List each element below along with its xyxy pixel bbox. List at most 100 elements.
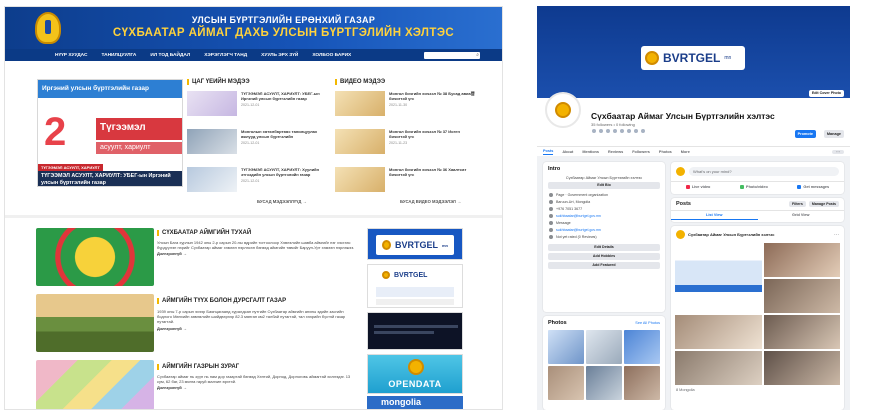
tab-about[interactable]: About	[562, 150, 573, 154]
post-image[interactable]	[675, 315, 763, 349]
get-messages-button[interactable]: Get messages	[797, 185, 829, 189]
video-date: 2021-11-30	[389, 103, 408, 107]
mail-icon	[549, 213, 553, 218]
intro-website[interactable]: sukhbaatar@burtgel.gov.mn	[543, 226, 665, 233]
section-body-about: Улсын Бага хурлын 1942 оны 2-р сарын 20-…	[157, 240, 357, 256]
photo-icon	[740, 185, 745, 189]
post-image[interactable]	[675, 243, 763, 313]
photo-video-button[interactable]: Photo/video	[740, 185, 768, 189]
messenger-icon	[549, 220, 553, 225]
news-item[interactable]: ТҮГЭЭМЭЛ АСУУЛТ, ХАРИУЛТ: УБЕГ-ын Иргэни…	[187, 91, 329, 116]
slide-caption[interactable]: ТҮГЭЭМЭЛ АСУУЛТ, ХАРИУЛТ: УБЕГ-ын Иргэни…	[38, 171, 182, 186]
post-image[interactable]	[764, 279, 840, 313]
post-author[interactable]: Сүхбаатар Аймаг Улсын Бүртгэлийн хэлтэс	[688, 232, 774, 237]
cover-photo[interactable]: BVRTGEL mn Edit Cover Photo	[537, 6, 850, 98]
post-author-avatar[interactable]	[676, 230, 685, 239]
post-image[interactable]	[675, 351, 763, 385]
tab-followers[interactable]: Followers	[632, 150, 650, 154]
news-date: 2021-12-01	[241, 141, 260, 145]
post-image[interactable]	[764, 351, 840, 385]
bvrtgel-logo-icon	[382, 271, 390, 279]
mongolia-ad[interactable]: mongolia	[367, 396, 463, 409]
list-view-tab[interactable]: List View	[671, 211, 758, 220]
tab-mentions[interactable]: Mentions	[582, 150, 599, 154]
intro-messenger[interactable]: Message	[543, 219, 665, 226]
tab-reviews[interactable]: Reviews	[608, 150, 623, 154]
more-options-button[interactable]: ···	[832, 149, 844, 154]
tab-more[interactable]: More	[681, 150, 690, 154]
post-image-collage[interactable]	[671, 243, 844, 385]
edit-cover-button[interactable]: Edit Cover Photo	[808, 90, 844, 97]
composer-input[interactable]: What's on your mind?	[689, 167, 839, 176]
post-menu-icon[interactable]: ···	[834, 232, 839, 238]
tab-photos[interactable]: Photos	[659, 150, 672, 154]
edit-bio-button[interactable]: Edit Bio	[548, 182, 660, 189]
facebook-page: BVRTGEL mn Edit Cover Photo Сүхбаатар Айм…	[537, 6, 850, 410]
intro-description: Сүхбаатар Аймаг Улсын Бүртгэлийн хэлтэс	[565, 176, 643, 180]
more-news-link[interactable]: БУСАД МЭДЭЭЛЛҮҮД →	[257, 199, 307, 204]
follower-avatars[interactable]	[591, 128, 646, 134]
screenshot-stage: УЛСЫН БҮРТГЭЛИЙН ЕРӨНХИЙ ГАЗАР СҮХБААТАР…	[0, 0, 869, 416]
see-all-photos-link[interactable]: See All Photos	[635, 321, 660, 325]
bvrtgel-ad-banner[interactable]: BVRTGEL mn	[367, 228, 463, 260]
grid-view-tab[interactable]: Grid View	[758, 211, 845, 220]
read-more-link[interactable]: Дэлгэрэнгүй →	[157, 251, 357, 256]
video-ad[interactable]	[367, 312, 463, 350]
intro-category: Page · Government organization	[543, 191, 665, 198]
photo-thumb[interactable]	[586, 366, 622, 400]
add-hobbies-button[interactable]: Add Hobbies	[548, 253, 660, 260]
promote-button[interactable]: Promote	[794, 130, 816, 138]
add-featured-button[interactable]: Add Featured	[548, 262, 660, 269]
nav-home[interactable]: НҮҮР ХУУДАС	[55, 53, 87, 58]
section-body-history: 1939 оны 7-р сарын эхээр Баянцагаанд хур…	[157, 309, 357, 331]
cover-brand-suffix: mn	[724, 55, 732, 61]
nav-about[interactable]: ТАНИЛЦУУЛГА	[101, 53, 136, 58]
featured-slide[interactable]: Иргэний улсын бүртгэлийн газар 2 Түгээмэ…	[37, 79, 183, 187]
post-image[interactable]	[764, 315, 840, 349]
video-item[interactable]: Монгол бичгийн хичээл № 38 Бусад авиа营 б…	[335, 91, 477, 116]
banner-title: УЛСЫН БҮРТГЭЛИЙН ЕРӨНХИЙ ГАЗАР	[191, 15, 376, 25]
manage-button[interactable]: Manage	[823, 130, 844, 138]
page-avatar[interactable]	[545, 92, 581, 128]
video-item[interactable]: Монгол бичгийн хичээл № 37 Иоген бичигтэ…	[335, 129, 477, 154]
nav-contact[interactable]: ХОЛБОО БАРИХ	[312, 53, 351, 58]
post-image[interactable]	[764, 243, 840, 277]
intro-email[interactable]: sukhbaatar@burtgel.gov.mn	[543, 212, 665, 219]
read-more-link[interactable]: Дэлгэрэнгүй →	[157, 326, 357, 331]
video-thumbnail	[335, 91, 385, 116]
bvrtgel-info-ad[interactable]: BVRTGEL	[367, 264, 463, 308]
filters-button[interactable]: Filters	[789, 201, 806, 207]
more-videos-link[interactable]: БУСАД ВИДЕО МЭДЭЭЛЭЛ →	[400, 199, 461, 204]
search-icon[interactable]: ⌕	[476, 52, 479, 59]
news-item[interactable]: ТҮГЭЭМЭЛ АСУУЛТ, ХАРИУЛТ: Хуулийн этгээд…	[187, 167, 329, 192]
photo-thumb[interactable]	[624, 366, 660, 400]
nav-for-users[interactable]: ХЭРЭГЛЭГЧ ТАНД	[204, 53, 247, 58]
main-nav: НҮҮР ХУУДАС ТАНИЛЦУУЛГА ИЛ ТОД БАЙДАЛ ХЭ…	[5, 49, 502, 61]
nav-legal[interactable]: ХУУЛЬ ЭРХ ЗҮЙ	[261, 53, 298, 58]
manage-posts-button[interactable]: Manage Posts	[808, 201, 839, 207]
news-section-title: ЦАГ ҮЕИЙН МЭДЭЭ	[187, 79, 250, 85]
tab-posts[interactable]: Posts	[543, 149, 554, 155]
video-item[interactable]: Монгол бичгийн хичээл № 36 Хаалтсат бичи…	[335, 167, 477, 192]
photo-thumb[interactable]	[624, 330, 660, 364]
posts-title: Posts	[676, 201, 691, 207]
slide-tag: ТҮГЭЭМЭЛ АСУУЛТ, ХАРИУЛТ	[38, 164, 103, 171]
video-date: 2021-11-23	[389, 141, 408, 145]
photos-title: Photos	[548, 320, 567, 326]
photo-thumb[interactable]	[548, 330, 584, 364]
live-video-button[interactable]: Live video	[685, 185, 710, 189]
news-item[interactable]: Монголын хөтөлбөртөөс танилцуулах ажлууд…	[187, 129, 329, 154]
slide-header: Иргэний улсын бүртгэлийн газар	[38, 80, 182, 98]
opendata-ad[interactable]: OPENDATA	[367, 354, 463, 394]
news-thumbnail	[187, 129, 237, 154]
video-title: Монгол бичгийн хичээл № 37 Иоген бичигтэ…	[389, 129, 460, 139]
intro-phone: +976 7051 3677	[543, 205, 665, 212]
follower-count[interactable]: 35 followers • 0 following	[591, 122, 635, 127]
photo-thumb[interactable]	[586, 330, 622, 364]
edit-details-button[interactable]: Edit Details	[548, 244, 660, 251]
post-reactions[interactable]: 8 Mongolia	[671, 385, 844, 395]
search-input[interactable]: Хайх... ⌕	[424, 51, 480, 59]
nav-transparency[interactable]: ИЛ ТОД БАЙДАЛ	[150, 53, 190, 58]
photo-thumb[interactable]	[548, 366, 584, 400]
read-more-link[interactable]: Дэлгэрэнгүй →	[157, 385, 357, 390]
